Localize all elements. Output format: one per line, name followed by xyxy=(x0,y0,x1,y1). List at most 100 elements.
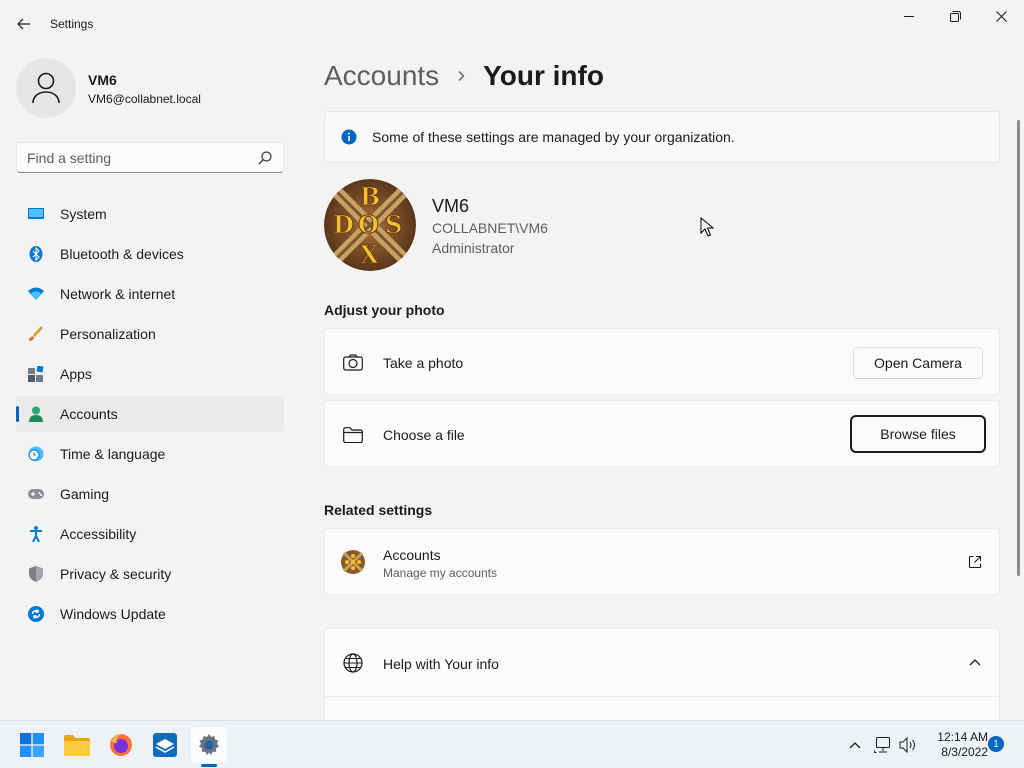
page-title: Your info xyxy=(483,60,604,91)
sidebar-item-label: Privacy & security xyxy=(60,566,172,582)
folder-icon xyxy=(341,423,365,447)
globe-icon xyxy=(341,651,365,675)
divider xyxy=(325,696,999,697)
open-camera-button[interactable]: Open Camera xyxy=(853,347,983,379)
volume-icon xyxy=(899,737,915,753)
taskbar-store[interactable] xyxy=(147,727,183,763)
dosbox-avatar-icon xyxy=(341,550,365,574)
sidebar-item-label: Gaming xyxy=(60,486,110,502)
app-title: Settings xyxy=(50,17,94,31)
bluetooth-icon xyxy=(28,246,44,262)
svg-text:D: D xyxy=(333,210,354,239)
help-label: Help with Your info xyxy=(383,656,499,672)
settings-gear-icon xyxy=(199,734,219,755)
back-button[interactable] xyxy=(10,12,38,36)
network-icon xyxy=(874,737,890,753)
person-icon xyxy=(28,406,44,422)
show-hidden-icons-button[interactable] xyxy=(845,735,865,755)
store-icon xyxy=(153,733,177,757)
sidebar-item-label: Bluetooth & devices xyxy=(60,246,184,262)
scrollbar-thumb[interactable] xyxy=(1017,120,1020,576)
take-photo-card: Take a photo Open Camera xyxy=(324,328,1000,395)
close-button[interactable] xyxy=(978,0,1024,32)
sidebar-item-label: System xyxy=(60,206,107,222)
update-icon xyxy=(28,606,44,622)
accessibility-icon xyxy=(28,526,44,542)
shield-icon xyxy=(28,566,44,582)
notification-badge[interactable]: 1 xyxy=(988,736,1004,752)
active-app-indicator xyxy=(201,764,217,767)
open-external-icon xyxy=(968,555,982,569)
chevron-up-icon[interactable] xyxy=(969,658,981,666)
gamepad-icon xyxy=(28,486,44,502)
sidebar-item-accessibility[interactable]: Accessibility xyxy=(16,516,284,552)
camera-icon xyxy=(341,351,365,375)
info-icon xyxy=(341,129,357,145)
adjust-photo-heading: Adjust your photo xyxy=(324,302,445,318)
sidebar-item-personalization[interactable]: Personalization xyxy=(16,316,284,352)
minimize-icon xyxy=(904,16,914,17)
sidebar-item-gaming[interactable]: Gaming xyxy=(16,476,284,512)
clock-globe-icon xyxy=(28,446,44,462)
mouse-cursor-icon xyxy=(700,217,714,237)
title-bar: Settings xyxy=(0,0,1024,48)
sidebar-item-apps[interactable]: Apps xyxy=(16,356,284,392)
user-role: Administrator xyxy=(432,240,515,256)
sidebar-item-label: Network & internet xyxy=(60,286,176,302)
close-icon xyxy=(995,10,1007,22)
taskbar: 12:14 AM 8/3/2022 xyxy=(0,720,1024,768)
related-accounts-card[interactable]: Accounts Manage my accounts xyxy=(324,528,1000,595)
network-tray-button[interactable] xyxy=(873,735,893,755)
wifi-icon xyxy=(28,286,44,302)
related-accounts-label: Accounts xyxy=(383,547,441,563)
user-domain: COLLABNET\VM6 xyxy=(432,220,548,236)
taskbar-clock[interactable]: 12:14 AM 8/3/2022 xyxy=(924,730,988,760)
sidebar-item-label: Windows Update xyxy=(60,606,166,622)
system-icon xyxy=(28,206,44,222)
svg-text:B: B xyxy=(360,182,380,211)
sidebar-item-bluetooth[interactable]: Bluetooth & devices xyxy=(16,236,284,272)
clock-date: 8/3/2022 xyxy=(941,745,988,759)
related-accounts-sub: Manage my accounts xyxy=(383,566,498,580)
info-text: Some of these settings are managed by yo… xyxy=(372,129,735,145)
minimize-button[interactable] xyxy=(886,0,932,32)
sidebar-item-privacy[interactable]: Privacy & security xyxy=(16,556,284,592)
sidebar-item-label: Time & language xyxy=(60,446,166,462)
restore-button[interactable] xyxy=(932,0,978,32)
back-arrow-icon xyxy=(17,18,30,30)
sidebar-item-windows-update[interactable]: Windows Update xyxy=(16,596,284,632)
chevron-up-icon xyxy=(849,742,861,749)
taskbar-file-explorer[interactable] xyxy=(59,727,95,763)
volume-tray-button[interactable] xyxy=(898,735,918,755)
profile-name: VM6 xyxy=(88,72,117,88)
start-button[interactable] xyxy=(14,727,50,763)
file-explorer-icon xyxy=(64,735,90,756)
user-photo: BDOSX xyxy=(324,179,416,271)
choose-file-card: Choose a file Browse files xyxy=(324,400,1000,467)
take-photo-label: Take a photo xyxy=(383,355,464,371)
breadcrumb-parent-link[interactable]: Accounts xyxy=(324,60,439,92)
avatar xyxy=(16,58,76,118)
windows-start-icon xyxy=(20,733,44,757)
sidebar-item-accounts[interactable]: Accounts xyxy=(16,396,284,432)
search-icon[interactable] xyxy=(257,150,273,166)
sidebar-item-label: Personalization xyxy=(60,326,156,342)
taskbar-firefox[interactable] xyxy=(103,727,139,763)
chevron-right-icon xyxy=(458,71,465,81)
sidebar-item-network[interactable]: Network & internet xyxy=(16,276,284,312)
browse-files-button[interactable]: Browse files xyxy=(850,415,986,453)
sidebar-item-label: Apps xyxy=(60,366,92,382)
sidebar-item-time-language[interactable]: Time & language xyxy=(16,436,284,472)
sidebar-item-label: Accessibility xyxy=(60,526,137,542)
svg-text:X: X xyxy=(360,240,379,269)
profile-email: VM6@collabnet.local xyxy=(88,92,201,106)
svg-text:O: O xyxy=(358,210,379,239)
choose-file-label: Choose a file xyxy=(383,427,465,443)
sidebar-item-system[interactable]: System xyxy=(16,196,284,232)
firefox-icon xyxy=(110,734,132,756)
person-icon xyxy=(32,72,60,104)
search-input[interactable] xyxy=(27,149,247,167)
search-box[interactable] xyxy=(16,142,284,173)
help-card[interactable]: Help with Your info xyxy=(324,628,1000,720)
taskbar-settings[interactable] xyxy=(191,727,227,763)
